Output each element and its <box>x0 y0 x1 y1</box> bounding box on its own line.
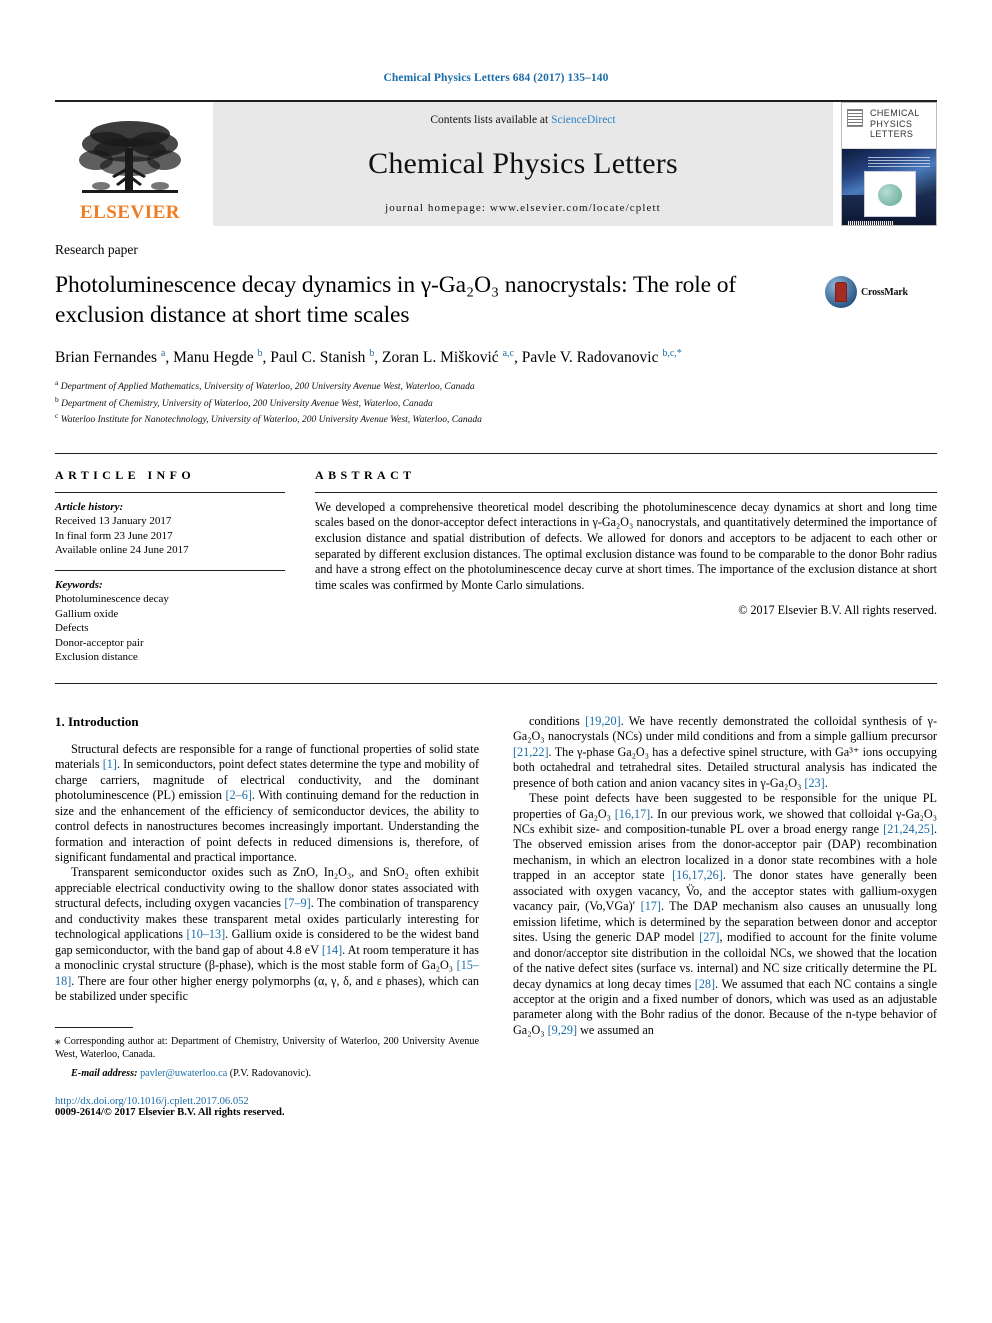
citation-link[interactable]: [10–13] <box>187 927 226 941</box>
body-paragraph: Transparent semiconductor oxides such as… <box>55 865 479 1004</box>
citation-link[interactable]: [16,17] <box>615 807 651 821</box>
cover-elsevier-icon <box>847 109 863 127</box>
citation-link[interactable]: [28] <box>695 977 715 991</box>
corresponding-author-text: Corresponding author at: Department of C… <box>55 1035 479 1060</box>
article-history-item: Received 13 January 2017 <box>55 515 172 528</box>
article-info-column: ARTICLE INFO Article history: Received 1… <box>55 468 307 665</box>
section-heading-introduction: 1. Introduction <box>55 713 139 729</box>
cover-bottom-band <box>842 171 936 225</box>
sciencedirect-link[interactable]: ScienceDirect <box>551 114 616 126</box>
cover-title: CHEMICAL PHYSICS LETTERS <box>870 108 920 139</box>
article-page: Chemical Physics Letters 684 (2017) 135–… <box>0 0 992 1323</box>
footnote-area: ⁎ Corresponding author at: Department of… <box>55 1026 479 1118</box>
cover-nanoparticle-icon <box>878 184 902 206</box>
journal-title: Chemical Physics Letters <box>368 147 678 180</box>
abstract-text: We developed a comprehensive theoretical… <box>315 499 937 592</box>
elsevier-tree-icon <box>79 121 181 193</box>
article-type-label: Research paper <box>55 242 138 257</box>
left-column-paragraphs: Structural defects are responsible for a… <box>55 742 479 1005</box>
body-paragraph: These point defects have been suggested … <box>513 791 937 1037</box>
cover-figure-image <box>864 171 916 217</box>
author-list: Brian Fernandes a, Manu Hegde b, Paul C.… <box>55 348 682 367</box>
affiliation-list: a Department of Applied Mathematics, Uni… <box>55 377 937 427</box>
elsevier-wordmark: ELSEVIER <box>79 202 181 223</box>
email-label: E-mail address: <box>71 1067 138 1079</box>
info-divider-mid <box>55 569 285 571</box>
keywords-label: Keywords: <box>55 578 103 591</box>
email-line: E-mail address: pavler@uwaterloo.ca (P.V… <box>55 1067 479 1080</box>
article-info-heading: ARTICLE INFO <box>55 467 196 482</box>
right-column-paragraphs: conditions [19,20]. We have recently dem… <box>513 714 937 1039</box>
article-history-item: Available online 24 June 2017 <box>55 544 189 557</box>
crossmark-label: CrossMark <box>861 286 908 298</box>
body-paragraph: conditions [19,20]. We have recently dem… <box>513 713 938 790</box>
footnote-star-icon: ⁎ <box>55 1034 61 1047</box>
email-owner: (P.V. Radovanovic). <box>229 1067 312 1079</box>
affiliation-item: c Waterloo Institute for Nanotechnology,… <box>55 411 482 426</box>
keywords-list: Photoluminescence decay Gallium oxide Defe… <box>55 592 285 665</box>
citation-link[interactable]: [19,20] <box>585 714 621 728</box>
title-row: Photoluminescence decay dynamics in γ-Ga… <box>55 270 937 330</box>
keyword-item: Gallium oxide <box>55 607 119 620</box>
keyword-item: Exclusion distance <box>55 651 138 664</box>
citation-link[interactable]: [27] <box>699 930 719 944</box>
citation-link[interactable]: [23] <box>804 776 824 790</box>
masthead-center: Contents lists available at ScienceDirec… <box>213 102 833 226</box>
keyword-item: Defects <box>55 622 89 635</box>
article-history-list: Received 13 January 2017 In final form 23… <box>55 514 285 558</box>
citation-link[interactable]: [16,17,26] <box>672 868 723 882</box>
doi-link[interactable]: http://dx.doi.org/10.1016/j.cplett.2017.… <box>55 1096 479 1107</box>
article-history-item: In final form 23 June 2017 <box>55 529 173 542</box>
running-head: Chemical Physics Letters 684 (2017) 135–… <box>383 72 609 84</box>
citation-link[interactable]: [1] <box>103 757 117 771</box>
crossmark-icon <box>825 276 857 308</box>
email-address-link[interactable]: pavler@uwaterloo.ca <box>140 1068 227 1079</box>
citation-link[interactable]: [14] <box>322 943 342 957</box>
journal-homepage[interactable]: journal homepage: www.elsevier.com/locat… <box>385 202 661 214</box>
citation-link[interactable]: [21,22] <box>513 745 549 759</box>
keyword-item: Photoluminescence decay <box>55 593 169 606</box>
affiliation-item: a Department of Applied Mathematics, Uni… <box>55 378 475 393</box>
journal-masthead: ELSEVIER Contents lists available at Sci… <box>55 100 937 226</box>
abstract-divider <box>315 491 937 493</box>
citation-link[interactable]: [21,24,25] <box>883 822 934 836</box>
cover-top: CHEMICAL PHYSICS LETTERS <box>842 103 936 149</box>
page-title: Photoluminescence decay dynamics in γ-Ga… <box>55 272 737 328</box>
right-column: conditions [19,20]. We have recently dem… <box>513 714 937 1118</box>
citation-link[interactable]: [15–18] <box>55 958 479 987</box>
corresponding-author-note: ⁎ Corresponding author at: Department of… <box>55 1035 479 1061</box>
elsevier-logo: ELSEVIER <box>55 102 205 226</box>
citation-link[interactable]: [17] <box>641 899 661 913</box>
info-abstract-band: ARTICLE INFO Article history: Received 1… <box>55 452 937 684</box>
affiliation-item: b Department of Chemistry, University of… <box>55 394 433 409</box>
contents-prefix: Contents lists available at <box>430 114 552 126</box>
body-columns: 1. Introduction Structural defects are r… <box>55 714 937 1118</box>
doi-block: http://dx.doi.org/10.1016/j.cplett.2017.… <box>55 1096 479 1118</box>
abstract-column: ABSTRACT We developed a comprehensive th… <box>307 468 937 665</box>
crossmark-badge-group[interactable]: CrossMark <box>825 270 937 308</box>
footnote-divider <box>55 1026 133 1028</box>
article-history-label: Article history: <box>55 500 124 513</box>
journal-cover-thumbnail[interactable]: CHEMICAL PHYSICS LETTERS <box>841 102 937 226</box>
cover-subtext-lines <box>868 157 930 169</box>
left-column: 1. Introduction Structural defects are r… <box>55 714 479 1118</box>
abstract-heading: ABSTRACT <box>315 467 416 482</box>
keyword-item: Donor-acceptor pair <box>55 636 144 649</box>
abstract-copyright: © 2017 Elsevier B.V. All rights reserved… <box>738 603 937 618</box>
citation-link[interactable]: [7–9] <box>284 896 310 910</box>
body-paragraph: Structural defects are responsible for a… <box>55 741 480 865</box>
citation-link[interactable]: [9,29] <box>548 1023 577 1037</box>
info-divider-top <box>55 491 285 493</box>
contents-line: Contents lists available at ScienceDirec… <box>430 114 615 126</box>
issn-copyright-line: 0009-2614/© 2017 Elsevier B.V. All right… <box>55 1107 285 1119</box>
cover-barcode-icon <box>848 221 894 225</box>
citation-link[interactable]: [2–6] <box>226 788 252 802</box>
